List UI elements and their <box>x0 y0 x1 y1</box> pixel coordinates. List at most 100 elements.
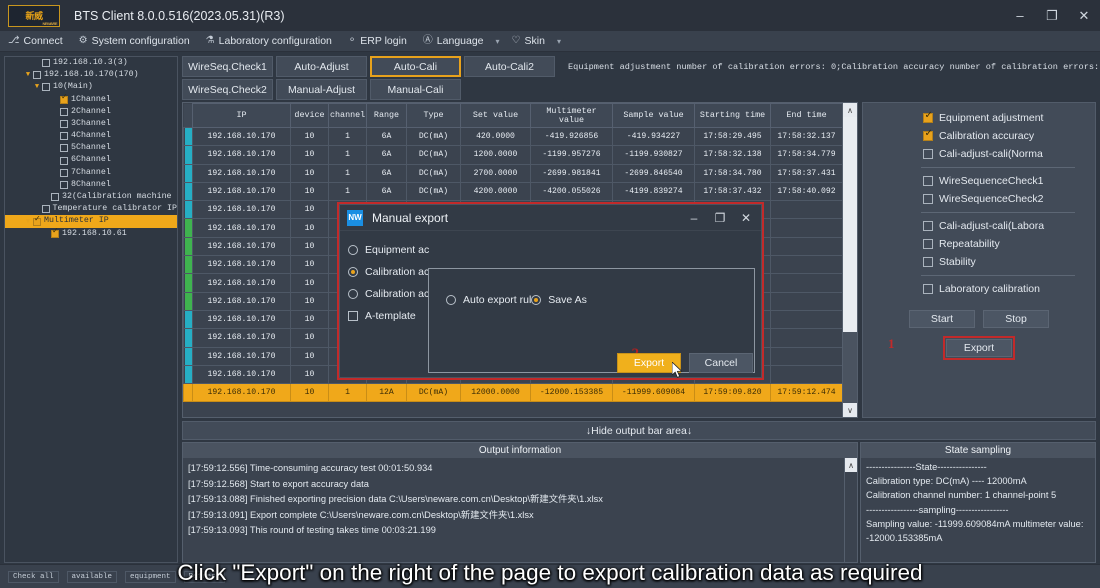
tree-node-checkbox[interactable] <box>51 228 59 238</box>
output-scrollbar[interactable]: ∧ <box>844 458 857 562</box>
option-checkbox[interactable] <box>923 176 933 186</box>
dialog-option-checkbox[interactable] <box>348 311 358 321</box>
tree-node-checkbox[interactable] <box>60 120 68 129</box>
tree-node-checkbox[interactable] <box>33 216 41 226</box>
tab-manual-cali[interactable]: Manual-Cali <box>370 79 461 100</box>
tree-node-checkbox[interactable] <box>60 156 68 165</box>
tree-node-checkbox[interactable] <box>60 144 68 153</box>
status-bar-item[interactable]: Check all <box>8 570 59 583</box>
status-bar-item[interactable]: available <box>66 570 118 583</box>
tab-auto-cali[interactable]: Auto-Cali <box>370 56 461 77</box>
tab-auto-adjust[interactable]: Auto-Adjust <box>276 56 367 77</box>
maximize-icon[interactable]: ❐ <box>1036 0 1068 31</box>
tree-node[interactable]: 192.168.10.61 <box>5 228 177 240</box>
tree-node-checkbox[interactable] <box>33 71 41 80</box>
tab-manual-adjust[interactable]: Manual-Adjust <box>276 79 367 100</box>
table-column-header[interactable]: Starting time <box>694 103 771 128</box>
menu-item-laboratory-configuration[interactable]: ⚗ Laboratory configuration <box>198 31 340 52</box>
chevron-down-icon[interactable]: ▾ <box>553 37 565 46</box>
tree-node-checkbox[interactable] <box>60 107 68 116</box>
tree-node-checkbox[interactable] <box>60 132 68 141</box>
table-row[interactable]: 192.168.10.170 10 1 6A DC(mA) 420.0000 -419.92… <box>183 126 843 147</box>
tree-expand-icon[interactable]: ▼ <box>32 83 42 91</box>
device-tree-panel[interactable]: 192.168.10.3(3) ▼ 192.168.10.170(170) ▼ 10(M… <box>4 56 178 563</box>
table-column-header[interactable]: device <box>290 103 329 128</box>
option-row-equipment-adjustment[interactable]: Equipment adjustment <box>923 109 1095 127</box>
dialog-export-button[interactable]: Export <box>617 353 681 373</box>
output-scroll-up-icon[interactable]: ∧ <box>845 458 857 472</box>
dialog-option-radio[interactable] <box>348 267 358 277</box>
close-icon[interactable]: ✕ <box>1068 0 1100 31</box>
tree-node[interactable]: ▼ 192.168.10.170(170) <box>5 69 177 81</box>
menu-item-connect[interactable]: ⎇ Connect <box>0 31 71 52</box>
table-row[interactable]: 192.168.10.170 10 1 6A DC(mA) 1200.0000 -1199.… <box>183 145 843 165</box>
option-checkbox[interactable] <box>923 221 933 231</box>
option-row-laboratory-calibration[interactable]: Laboratory calibration <box>923 280 1095 298</box>
tree-expand-icon[interactable]: ▼ <box>23 218 33 226</box>
table-row[interactable]: 192.168.10.170 10 1 6A DC(mA) 2700.0000 -2699.… <box>183 163 843 183</box>
table-column-header[interactable]: Type <box>406 103 461 128</box>
table-scroll-up-icon[interactable]: ∧ <box>843 103 857 117</box>
dialog-inner-radio[interactable] <box>531 295 542 305</box>
table-column-header[interactable]: IP <box>192 103 291 128</box>
tab-wireseq-check2[interactable]: WireSeq.Check2 <box>182 79 273 100</box>
tree-expand-icon[interactable]: ▼ <box>23 71 33 79</box>
option-row-wiresequencecheck2[interactable]: WireSequenceCheck2 <box>923 190 1095 208</box>
tree-node[interactable]: ▼ 10(Main) <box>5 81 177 93</box>
tree-node-checkbox[interactable] <box>42 83 50 92</box>
table-scroll-down-icon[interactable]: ∨ <box>843 403 857 417</box>
dialog-minimize-icon[interactable]: – <box>681 205 707 231</box>
tree-node[interactable]: 32(Calibration machine <box>5 191 177 203</box>
option-row-calibration-accuracy[interactable]: Calibration accuracy <box>923 127 1095 145</box>
option-checkbox[interactable] <box>923 111 933 123</box>
export-button[interactable]: Export <box>946 339 1012 357</box>
tree-node-checkbox[interactable] <box>60 168 68 177</box>
menu-item-erp-login[interactable]: ⚬ ERP login <box>340 31 415 52</box>
tree-node[interactable]: Temperature calibrator IP <box>5 203 177 215</box>
tree-node[interactable]: 7Channel <box>5 167 177 179</box>
option-checkbox[interactable] <box>923 149 933 159</box>
tab-auto-cali2[interactable]: Auto-Cali2 <box>464 56 555 77</box>
tree-node[interactable]: 1Channel <box>5 94 177 106</box>
tree-node[interactable]: 3Channel <box>5 118 177 130</box>
dialog-option-radio[interactable] <box>348 289 358 299</box>
table-column-header[interactable]: Set value <box>460 103 531 128</box>
tree-node-checkbox[interactable] <box>60 94 68 104</box>
tree-node[interactable]: ▼ Multimeter IP <box>5 215 177 228</box>
option-row-cali-adjust-cali-norma[interactable]: Cali-adjust-cali(Norma <box>923 145 1095 163</box>
status-bar-item[interactable]: Refresh <box>183 570 226 583</box>
tree-node[interactable]: 2Channel <box>5 106 177 118</box>
table-scrollbar[interactable]: ∧ ∨ <box>842 103 857 417</box>
table-column-header[interactable]: Multimeter value <box>530 103 613 128</box>
dialog-cancel-button[interactable]: Cancel <box>689 353 753 373</box>
start-button[interactable]: Start <box>909 310 975 328</box>
tree-node[interactable]: 4Channel <box>5 130 177 142</box>
table-column-header[interactable]: Range <box>366 103 407 128</box>
option-row-cali-adjust-cali-labora[interactable]: Cali-adjust-cali(Labora <box>923 217 1095 235</box>
tree-node[interactable]: 8Channel <box>5 179 177 191</box>
table-scroll-thumb[interactable] <box>843 117 857 332</box>
menu-item-skin[interactable]: ♡ Skin <box>504 31 553 52</box>
chevron-down-icon[interactable]: ▾ <box>492 37 504 46</box>
tree-node[interactable]: 6Channel <box>5 155 177 167</box>
tree-node-checkbox[interactable] <box>60 180 68 189</box>
option-checkbox[interactable] <box>923 284 933 294</box>
status-bar-item[interactable]: equipment <box>125 570 176 583</box>
tree-node-checkbox[interactable] <box>51 193 59 202</box>
dialog-restore-icon[interactable]: ❐ <box>707 205 733 231</box>
option-row-stability[interactable]: Stability <box>923 253 1095 271</box>
option-checkbox[interactable] <box>923 129 933 141</box>
tree-node-checkbox[interactable] <box>41 205 50 214</box>
dialog-option-radio[interactable] <box>348 245 358 255</box>
table-row[interactable]: 192.168.10.170 10 1 6A DC(mA) 4200.0000 -4200.… <box>183 181 843 202</box>
tree-node[interactable]: 5Channel <box>5 142 177 154</box>
option-row-wiresequencecheck1[interactable]: WireSequenceCheck1 <box>923 172 1095 190</box>
table-column-header[interactable]: Sample value <box>612 103 695 128</box>
minimize-icon[interactable]: – <box>1004 0 1036 31</box>
table-column-header[interactable]: End time <box>770 103 843 128</box>
option-checkbox[interactable] <box>923 239 933 249</box>
tab-wireseq-check1[interactable]: WireSeq.Check1 <box>182 56 273 77</box>
option-checkbox[interactable] <box>923 257 933 267</box>
stop-button[interactable]: Stop <box>983 310 1049 328</box>
option-row-repeatability[interactable]: Repeatability <box>923 235 1095 253</box>
